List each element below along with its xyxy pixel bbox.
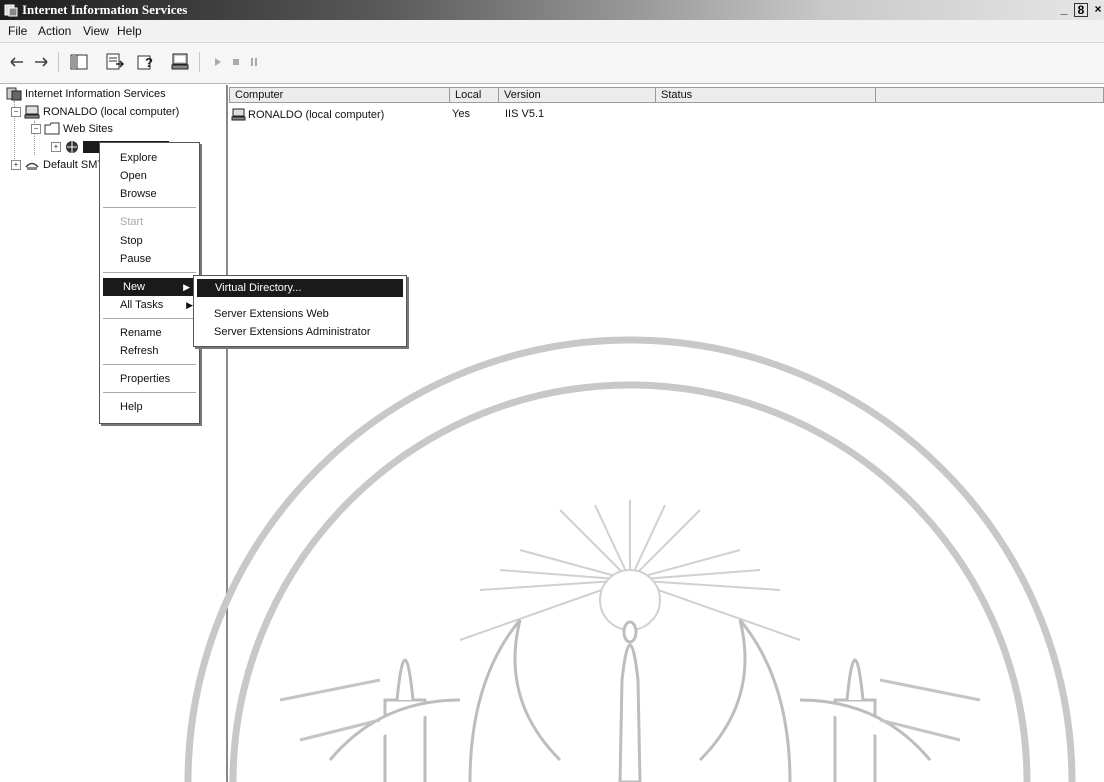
menu-item-new-label: New bbox=[123, 281, 146, 293]
menu-item-all-tasks-label: All Tasks bbox=[120, 299, 164, 311]
menu-item-server-extensions-admin[interactable]: Server Extensions Administrator bbox=[194, 323, 406, 341]
column-header-version[interactable]: Version bbox=[499, 87, 656, 103]
column-header-status[interactable]: Status bbox=[656, 87, 876, 103]
menu-action[interactable]: Action bbox=[38, 24, 71, 38]
minimize-button[interactable]: _ bbox=[1058, 2, 1070, 17]
title-bar: Internet Information Services _ 8 × bbox=[0, 0, 1104, 20]
svg-text:?: ? bbox=[145, 55, 153, 70]
tree-label-root: Internet Information Services bbox=[25, 88, 166, 100]
maximize-button[interactable]: 8 bbox=[1074, 3, 1088, 17]
show-tree-icon[interactable] bbox=[68, 51, 90, 73]
menu-item-start[interactable]: Start bbox=[100, 213, 199, 231]
submenu-arrow-icon: ▶ bbox=[183, 282, 190, 292]
export-list-icon[interactable] bbox=[104, 51, 126, 73]
menu-item-stop[interactable]: Stop bbox=[100, 232, 199, 250]
menu-item-help[interactable]: Help bbox=[100, 398, 199, 416]
computer-icon[interactable] bbox=[169, 51, 191, 73]
window-title: Internet Information Services bbox=[22, 2, 188, 17]
table-row[interactable]: RONALDO (local computer) bbox=[231, 108, 384, 121]
cell-computer: RONALDO (local computer) bbox=[248, 108, 385, 121]
iis-root-icon bbox=[6, 87, 22, 101]
menu-item-new[interactable]: New ▶ bbox=[103, 278, 196, 296]
tree-item-computer[interactable]: − RONALDO (local computer) bbox=[11, 105, 179, 119]
tree-item-web-sites[interactable]: − Web Sites bbox=[31, 122, 113, 135]
menu-item-rename[interactable]: Rename bbox=[100, 324, 199, 342]
cell-version: IIS V5.1 bbox=[505, 108, 545, 120]
menu-item-server-extensions-web[interactable]: Server Extensions Web bbox=[194, 305, 406, 323]
close-button[interactable]: × bbox=[1092, 2, 1104, 17]
menu-view[interactable]: View bbox=[83, 24, 109, 38]
forward-arrow-icon[interactable] bbox=[30, 51, 52, 73]
menu-file[interactable]: File bbox=[8, 24, 27, 38]
menu-item-all-tasks[interactable]: All Tasks ▶ bbox=[100, 296, 199, 314]
column-header-computer[interactable]: Computer bbox=[229, 87, 450, 103]
menu-item-refresh[interactable]: Refresh bbox=[100, 342, 199, 360]
menu-item-explore[interactable]: Explore bbox=[100, 149, 199, 167]
pause-icon[interactable] bbox=[243, 51, 265, 73]
back-arrow-icon[interactable] bbox=[6, 51, 28, 73]
collapse-icon[interactable]: − bbox=[11, 107, 21, 117]
cell-local: Yes bbox=[452, 108, 470, 120]
tree-item-root[interactable]: Internet Information Services bbox=[6, 87, 166, 101]
smtp-server-icon bbox=[25, 162, 39, 170]
toolbar: ? bbox=[0, 43, 1104, 84]
tree-label-web-sites: Web Sites bbox=[63, 122, 113, 135]
computer-icon bbox=[231, 108, 246, 121]
context-menu: Explore Open Browse Start Stop Pause New… bbox=[99, 142, 200, 424]
menu-item-virtual-directory[interactable]: Virtual Directory... bbox=[197, 279, 403, 297]
menu-item-pause[interactable]: Pause bbox=[100, 250, 199, 268]
menu-item-open[interactable]: Open bbox=[100, 167, 199, 185]
computer-icon bbox=[24, 105, 40, 119]
iis-app-icon bbox=[4, 4, 18, 17]
column-header-local[interactable]: Local bbox=[450, 87, 499, 103]
submenu-new: Virtual Directory... Server Extensions W… bbox=[193, 275, 407, 347]
list-pane: Computer Local Version Status RONALDO (l… bbox=[229, 85, 1104, 782]
column-header-empty bbox=[876, 87, 1104, 103]
menu-bar: File Action View Help bbox=[0, 20, 1104, 43]
collapse-icon[interactable]: − bbox=[31, 123, 41, 134]
menu-help[interactable]: Help bbox=[117, 24, 142, 38]
menu-item-browse[interactable]: Browse bbox=[100, 185, 199, 203]
help-icon[interactable]: ? bbox=[136, 51, 158, 73]
menu-item-properties[interactable]: Properties bbox=[100, 370, 199, 388]
expand-icon[interactable]: + bbox=[51, 142, 61, 152]
submenu-arrow-icon: ▶ bbox=[186, 300, 193, 310]
tree-label-computer: RONALDO (local computer) bbox=[43, 106, 180, 118]
website-globe-icon bbox=[66, 141, 78, 153]
expand-icon[interactable]: + bbox=[11, 160, 21, 170]
folder-icon bbox=[44, 122, 60, 135]
